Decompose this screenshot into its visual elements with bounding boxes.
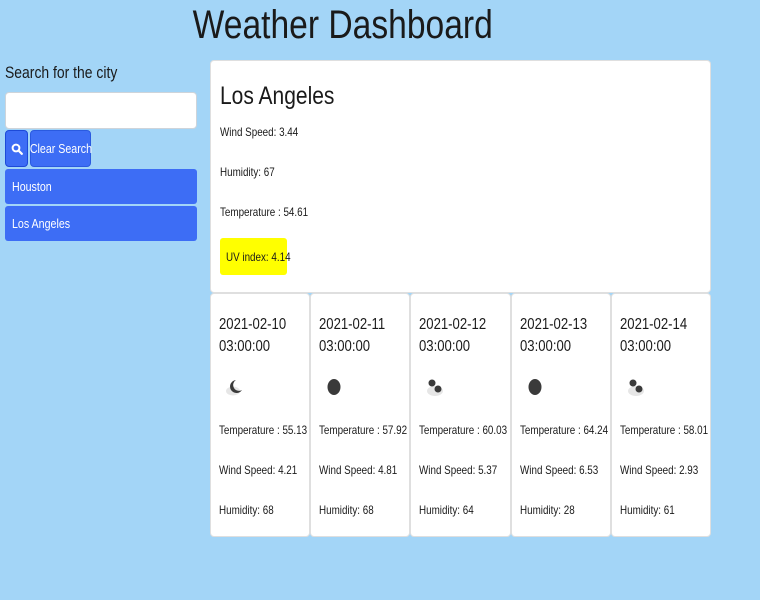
uv-index-badge: UV index: 4.14 <box>220 238 291 275</box>
forecast-card: 2021-02-11 03:00:00 Temperature : 57.92 … <box>310 293 411 537</box>
forecast-date-day: 2021-02-12 <box>419 316 487 333</box>
cloudy-night-icon <box>427 379 444 396</box>
forecast-wind-speed: Wind Speed: 5.37 <box>419 463 498 477</box>
forecast-humidity: Humidity: 61 <box>619 503 675 517</box>
forecast-date-time: 03:00:00 <box>319 338 371 355</box>
forecast-date-day: 2021-02-13 <box>519 316 587 333</box>
forecast-wind-speed: Wind Speed: 4.21 <box>219 463 298 477</box>
search-label: Search for the city <box>5 63 118 82</box>
forecast-date-time: 03:00:00 <box>219 338 271 355</box>
forecast-date-time: 03:00:00 <box>519 338 571 355</box>
current-wind-speed: Wind Speed: 3.44 <box>220 125 299 139</box>
forecast-date: 2021-02-14 03:00:00 <box>620 314 687 358</box>
sidebar: Search for the city Clear Search Houston… <box>5 62 197 241</box>
forecast-temperature: Temperature : 55.13 <box>219 423 308 437</box>
current-temperature: Temperature : 54.61 <box>220 205 309 219</box>
partly-cloudy-night-icon <box>226 380 242 396</box>
forecast-wind-speed: Wind Speed: 4.81 <box>319 463 398 477</box>
forecast-temperature: Temperature : 58.01 <box>619 423 708 437</box>
clear-search-label: Clear Search <box>29 141 92 156</box>
forecast-humidity: Humidity: 68 <box>319 503 374 517</box>
city-item-houston[interactable]: Houston <box>5 169 197 204</box>
forecast-temperature: Temperature : 60.03 <box>419 423 508 437</box>
city-item-label: Los Angeles <box>12 216 71 231</box>
forecast-wind-speed: Wind Speed: 6.53 <box>519 463 598 477</box>
forecast-date: 2021-02-10 03:00:00 <box>219 314 286 358</box>
forecast-date-day: 2021-02-14 <box>619 316 687 333</box>
current-city-name: Los Angeles <box>220 82 335 110</box>
clear-night-icon <box>528 379 542 395</box>
forecast-date-day: 2021-02-11 <box>319 316 386 333</box>
clear-night-icon <box>327 379 341 395</box>
forecast-date-time: 03:00:00 <box>419 338 471 355</box>
search-icon <box>11 143 23 155</box>
forecast-date: 2021-02-11 03:00:00 <box>319 314 385 358</box>
city-item-los-angeles[interactable]: Los Angeles <box>5 206 197 241</box>
forecast-card: 2021-02-12 03:00:00 Temperature : 60.03 … <box>410 293 511 537</box>
page-title: Weather Dashboard <box>192 3 493 47</box>
forecast-date: 2021-02-12 03:00:00 <box>419 314 486 358</box>
current-weather-card: Los Angeles Wind Speed: 3.44 Humidity: 6… <box>210 60 711 293</box>
forecast-humidity: Humidity: 68 <box>219 503 274 517</box>
city-item-label: Houston <box>12 179 52 194</box>
forecast-date: 2021-02-13 03:00:00 <box>520 314 587 358</box>
forecast-card: 2021-02-13 03:00:00 Temperature : 64.24 … <box>510 293 611 537</box>
clear-search-button[interactable]: Clear Search <box>29 130 92 167</box>
cloudy-night-icon <box>627 379 644 396</box>
forecast-row: 2021-02-10 03:00:00 Temperature : 55.13 … <box>210 293 711 537</box>
forecast-wind-speed: Wind Speed: 2.93 <box>619 463 698 477</box>
search-button[interactable] <box>5 130 28 167</box>
forecast-humidity: Humidity: 64 <box>419 503 475 517</box>
uv-index-value: UV index: 4.14 <box>226 249 291 264</box>
search-button-row: Clear Search <box>5 130 197 167</box>
forecast-humidity: Humidity: 28 <box>519 503 575 517</box>
forecast-date-day: 2021-02-10 <box>219 316 287 333</box>
forecast-date-time: 03:00:00 <box>619 338 671 355</box>
forecast-card: 2021-02-10 03:00:00 Temperature : 55.13 … <box>210 293 311 537</box>
forecast-temperature: Temperature : 64.24 <box>519 423 608 437</box>
current-humidity: Humidity: 67 <box>220 165 275 179</box>
search-input[interactable] <box>5 92 197 129</box>
forecast-card: 2021-02-14 03:00:00 Temperature : 58.01 … <box>610 293 711 537</box>
forecast-temperature: Temperature : 57.92 <box>319 423 408 437</box>
